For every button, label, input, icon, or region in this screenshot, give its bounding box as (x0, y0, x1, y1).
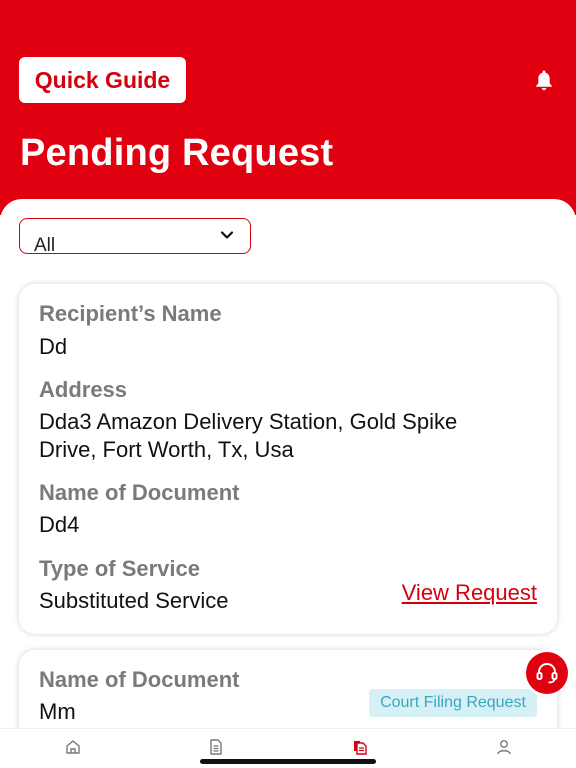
request-card: Recipient’s Name Dd Address Dda3 Amazon … (19, 284, 557, 634)
document-value: Mm (39, 699, 76, 724)
header: Quick Guide Pending Request (0, 0, 576, 215)
home-indicator (200, 759, 376, 764)
address-value: Dda3 Amazon Delivery Station, Gold Spike… (39, 409, 458, 462)
recipient-label: Recipient’s Name (39, 301, 222, 326)
document-label: Name of Document (39, 667, 240, 692)
document-value: Dd4 (39, 512, 80, 537)
document-label: Name of Document (39, 480, 240, 505)
page-title: Pending Request (20, 132, 334, 174)
status-filter-select[interactable]: All (19, 218, 251, 254)
headset-icon (536, 663, 558, 684)
service-value: Substituted Service (39, 588, 229, 613)
bell-icon[interactable] (532, 68, 556, 92)
support-button[interactable] (526, 652, 568, 694)
chevron-down-icon[interactable] (220, 229, 234, 241)
requests-icon[interactable] (351, 738, 369, 756)
view-request-link[interactable]: View Request (402, 580, 537, 606)
profile-icon[interactable] (495, 738, 513, 756)
quick-guide-button[interactable]: Quick Guide (19, 57, 186, 103)
document-icon[interactable] (207, 738, 225, 756)
address-label: Address (39, 377, 128, 402)
filter-selected-value: All (34, 235, 56, 254)
service-label: Type of Service (39, 556, 200, 581)
request-type-badge: Court Filing Request (369, 689, 537, 717)
recipient-value: Dd (39, 334, 68, 359)
home-icon[interactable] (64, 738, 82, 756)
